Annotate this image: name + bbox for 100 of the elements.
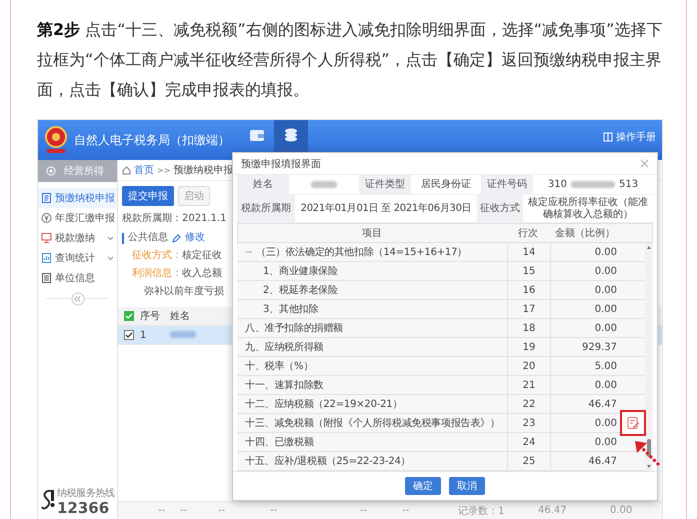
- amount-value: 0.00: [594, 264, 618, 278]
- field-value: 居民身份证: [420, 178, 472, 192]
- column-header: 姓名: [170, 310, 190, 323]
- field-value: 核定应税所得率征收（能准确核算收入总额的）: [527, 196, 649, 222]
- action-button[interactable]: 提交申报: [122, 186, 174, 206]
- line-number: 18: [507, 319, 551, 337]
- amount-value: 0.00: [594, 416, 618, 430]
- edit-link[interactable]: 修改: [185, 232, 205, 244]
- action-button[interactable]: 启动: [178, 186, 210, 206]
- app-title: 自然人电子税务局（扣缴端）: [74, 132, 230, 148]
- coins-icon: [283, 127, 299, 143]
- row-label: 3、其他扣除: [263, 302, 318, 316]
- row-label: 十五、应补/退税额（25=22-23-24）: [245, 454, 410, 468]
- sidebar-item[interactable]: 税款缴纳: [38, 228, 117, 248]
- amount-value: 0.00: [594, 322, 618, 336]
- row-label: 十一、速算扣除数: [245, 378, 324, 392]
- checkbox[interactable]: [124, 330, 134, 340]
- redaction-mark: [311, 181, 337, 188]
- collapse-icon[interactable]: [70, 292, 84, 306]
- row-label: 十二、应纳税额（22=19×20-21）: [245, 398, 402, 411]
- dialog-button[interactable]: 取消: [449, 477, 485, 495]
- help-link[interactable]: 操作手册: [603, 130, 656, 144]
- emblem-logo: [44, 125, 68, 155]
- step-paragraph: 第2步 点击“十三、减免税额”右侧的图标进入减免扣除明细界面，选择“减免事项”选择下拉框为“个体工商户减半征收经营所得个人所得税”，点击【确定】返回预缴纳税申报主界面，点击【确认】完成申报表的填报。: [37, 19, 664, 101]
- line-number: 25: [507, 452, 551, 470]
- line-number: 17: [507, 300, 551, 318]
- row-label: 九、应纳税所得额: [245, 340, 324, 354]
- row-label: 2、税延养老保险: [263, 284, 338, 297]
- row-label: 十四、已缴税额: [245, 436, 314, 449]
- row-label: （三）依法确定的其他扣除（14=15+16+17）: [256, 246, 468, 259]
- amount-value: 46.47: [587, 454, 618, 468]
- amount-value: 5.00: [594, 360, 618, 374]
- footer-cell-text: --: [180, 505, 188, 516]
- sidebar-item[interactable]: 年度汇缴申报: [38, 208, 117, 228]
- line-number: 23: [507, 414, 551, 432]
- amount-value: 46.47: [587, 398, 618, 412]
- field-value: 收入总额: [182, 268, 222, 280]
- hotline-caption: 纳税服务热线: [57, 486, 115, 500]
- footer-cell-text: 0.00: [610, 505, 634, 516]
- chart-icon: [41, 252, 52, 264]
- line-number: 14: [507, 243, 551, 261]
- redaction-mark: [571, 181, 615, 188]
- footer-cell-text: --: [158, 505, 166, 516]
- amount-value: 929.37: [581, 340, 618, 354]
- column-header: 行次: [517, 227, 539, 241]
- column-header: 项目: [361, 227, 383, 241]
- home-icon[interactable]: [122, 166, 131, 174]
- wallet-icon: [249, 127, 265, 143]
- section-icon: [46, 166, 56, 176]
- sidebar-item[interactable]: 单位信息: [38, 268, 117, 288]
- line-number: 22: [507, 395, 551, 413]
- field-label: 税款所属期: [237, 195, 295, 222]
- checkbox[interactable]: [124, 311, 134, 321]
- form-icon: [41, 192, 52, 204]
- footer-cell-text: --: [360, 505, 368, 516]
- line-number: 24: [507, 433, 551, 451]
- row-label: 1、商业健康保险: [263, 264, 338, 278]
- book-icon: [603, 132, 613, 142]
- row-label: 十三、减免税额（附报《个人所得税减免税事项报告表》）: [245, 416, 500, 430]
- edit-icon[interactable]: [626, 416, 640, 430]
- row-label: 十、税率（%）: [245, 360, 314, 373]
- footer-cell-text: 46.47: [538, 505, 568, 516]
- field-value: 2021年01月01日 至 2021年06月30日: [300, 202, 472, 216]
- footer-cell-text: --: [218, 505, 226, 516]
- footer-cell-text: --: [402, 505, 410, 516]
- dialog-title: 预缴申报填报界面: [241, 158, 321, 170]
- field-value: 核定征收: [182, 250, 222, 262]
- field-label: 证件类型: [359, 175, 411, 194]
- line-number: 20: [507, 357, 551, 375]
- hotline-number: 12366: [57, 500, 110, 516]
- close-icon[interactable]: [640, 159, 649, 168]
- table-cell-text: 1: [140, 330, 148, 340]
- footer-cell-text: 记录数：1: [458, 504, 506, 518]
- redaction-mark: [170, 330, 196, 338]
- amount-value: 0.00: [594, 284, 618, 298]
- amount-value: 0.00: [594, 378, 618, 392]
- dialog-button[interactable]: 确定: [405, 477, 441, 495]
- row-label: 八、准予扣除的捐赠额: [245, 322, 344, 335]
- field-label: 利润信息：: [132, 268, 182, 280]
- id-number-end: 513: [619, 178, 638, 190]
- breadcrumb-link[interactable]: 首页: [134, 163, 154, 177]
- scrollbar[interactable]: [645, 243, 653, 471]
- sidebar-item[interactable]: 预缴纳税申报: [38, 188, 117, 208]
- line-number: 16: [507, 281, 551, 299]
- amount-value: 0.00: [594, 436, 618, 450]
- field-label: 征收方式: [477, 195, 523, 222]
- pointer-arrow: [632, 438, 662, 468]
- amount-value: 0.00: [594, 302, 618, 316]
- period-text: 税款所属期：2021.1.1: [122, 213, 227, 225]
- id-number-start: 310: [548, 178, 567, 190]
- breadcrumb-separator: >>: [157, 166, 170, 174]
- field-label: 证件号码: [481, 175, 533, 194]
- line-number: 15: [507, 262, 551, 280]
- monitor-icon: [41, 232, 52, 244]
- edit-icon[interactable]: [172, 234, 181, 242]
- sidebar-item[interactable]: 查询统计: [38, 248, 117, 268]
- line-number: 21: [507, 376, 551, 394]
- section-title: 公共信息: [128, 232, 168, 244]
- loss-text: 弥补以前年度亏损: [144, 286, 224, 298]
- line-number: 19: [507, 338, 551, 356]
